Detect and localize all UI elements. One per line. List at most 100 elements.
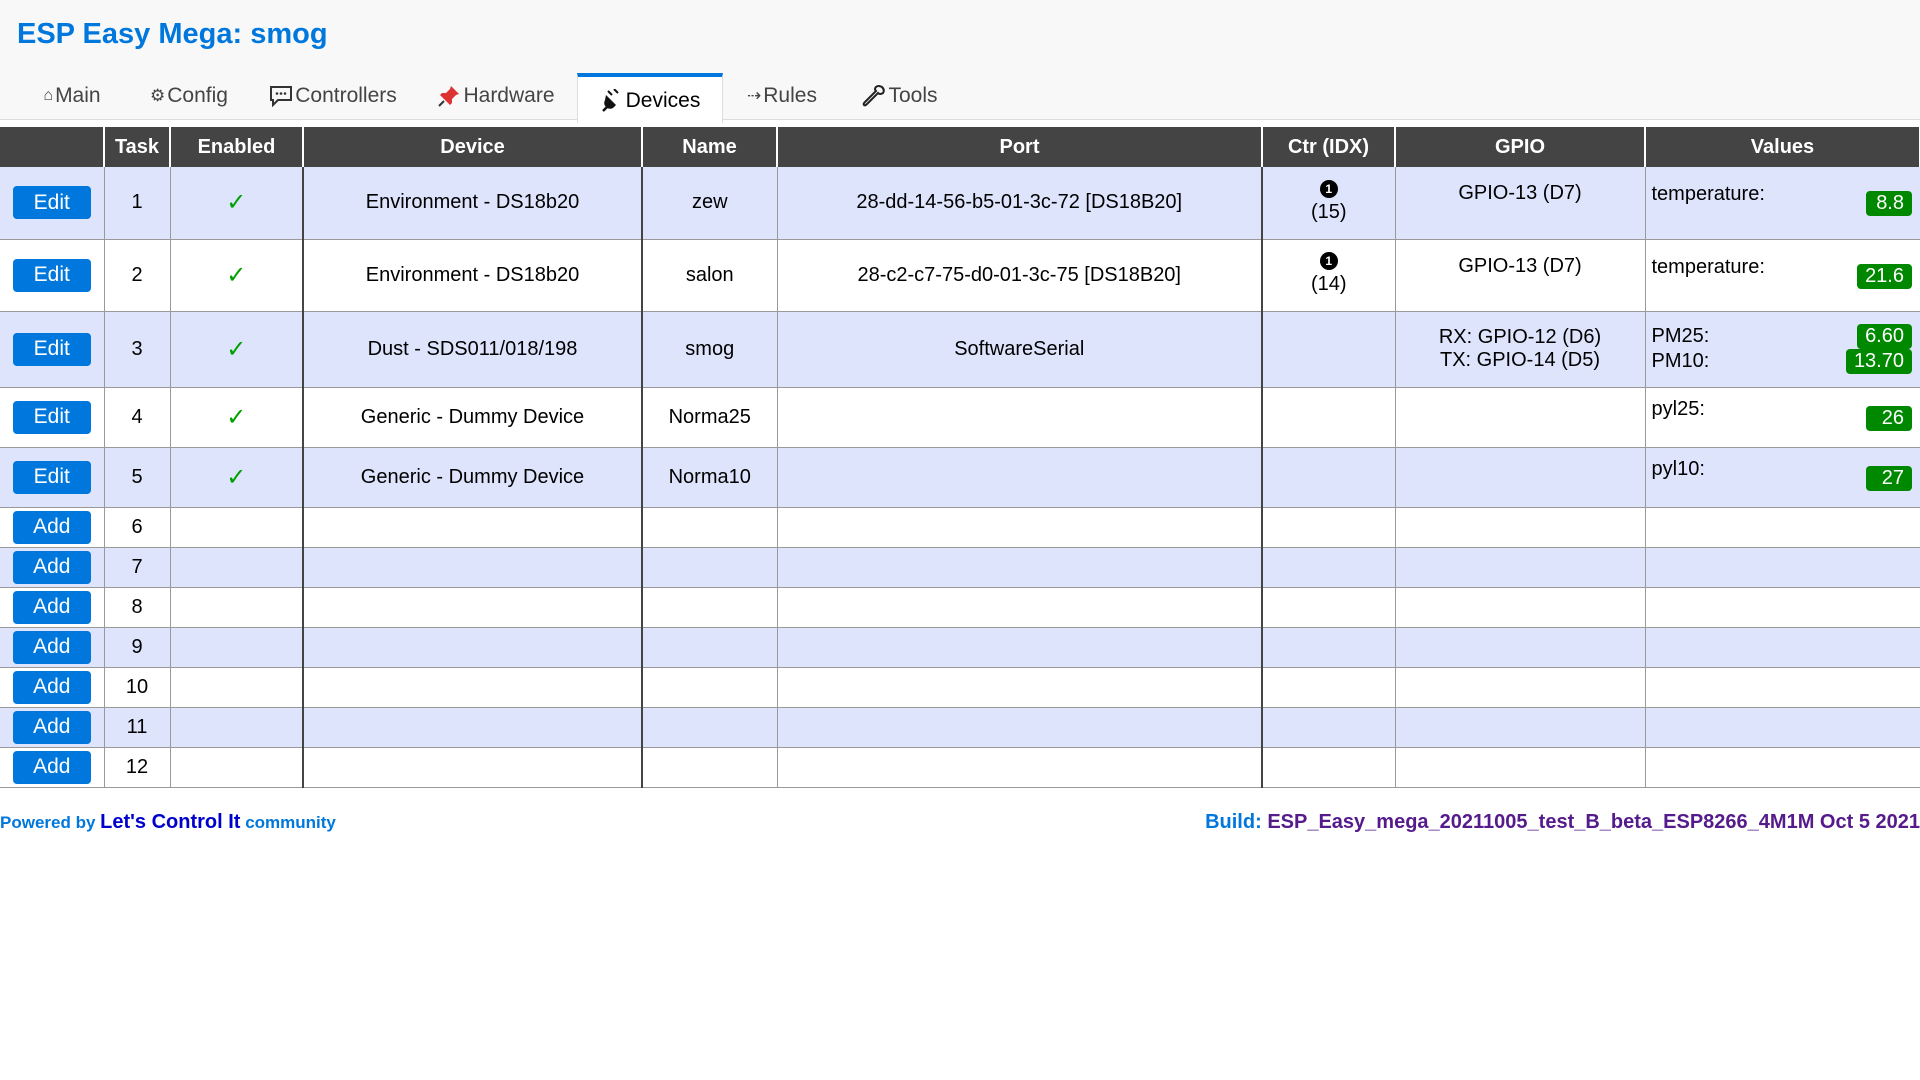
column-header: Name [642,127,778,167]
gpio-cell [1395,747,1646,788]
port-cell [777,387,1263,448]
device-cell [303,547,643,588]
action-cell: Edit [0,387,105,448]
value-label: temperature: [1651,255,1765,278]
values-cell: temperature: 21.6 [1645,239,1920,312]
edit-button[interactable]: Edit [12,400,91,434]
enabled-cell: ✓ [170,239,304,312]
port-value: 28-c2-c7-75-d0-01-3c-75 [DS18B20] [857,263,1181,286]
add-button[interactable]: Add [12,670,91,704]
gpio-cell [1395,507,1646,548]
device-cell [303,707,643,748]
table-row: Add 12 [0,747,1920,788]
column-header: GPIO [1395,127,1646,167]
gpio-cell: GPIO-13 (D7) [1395,167,1646,240]
tab-devices[interactable]: Devices [577,73,723,123]
ctr-cell [1262,707,1396,748]
edit-button[interactable]: Edit [12,258,91,292]
tab-rules[interactable]: ⇢ Rules [723,71,841,119]
table-row: Add 10 [0,667,1920,708]
value-badge: 21.6 [1857,263,1912,289]
edit-button[interactable]: Edit [12,332,91,366]
table-body: Edit 1 ✓ Environment - DS18b20 zew 28-dd-14-5… [0,167,1920,788]
port-cell [777,627,1263,668]
enabled-cell [170,587,304,628]
tab-controllers[interactable]: Controllers [251,71,415,119]
device-type: Generic - Dummy Device [360,465,585,488]
tab-bar: ⌂ Main ⚙ Config Controllers Hardware Dev… [17,71,959,123]
controller-idx: (15) [1310,200,1347,223]
controller-idx: (14) [1310,273,1347,295]
lci-link[interactable]: Let's Control It [100,811,240,833]
task-cell: 10 [104,667,171,708]
value-line: PM25: 6.60 [1646,324,1920,349]
task-cell: 5 [104,447,171,508]
add-button[interactable]: Add [12,630,91,664]
task-number: 8 [131,595,143,618]
tab-tools[interactable]: Tools [841,71,959,119]
tab-label: Controllers [295,84,397,107]
device-cell: Generic - Dummy Device [303,387,643,448]
add-button[interactable]: Add [12,510,91,544]
task-number: 6 [131,515,143,538]
header: ESP Easy Mega: smog ⌂ Main ⚙ Config Cont… [0,0,1920,123]
ctr-cell: 1 (14) [1262,239,1396,312]
values-cell [1645,707,1920,748]
column-header: Enabled [170,127,304,167]
task-number: 2 [131,263,143,286]
build-value: ESP_Easy_mega_20211005_test_B_beta_ESP82… [1267,811,1920,833]
task-cell: 2 [104,239,171,312]
values-cell [1645,587,1920,628]
device-cell: Generic - Dummy Device [303,447,643,508]
column-header: Values [1645,127,1920,167]
edit-button[interactable]: Edit [12,186,91,220]
ctr-cell [1262,507,1396,548]
gpio-cell: RX: GPIO-12 (D6) TX: GPIO-14 (D5) [1395,311,1646,388]
ctr-cell [1262,447,1396,508]
enabled-cell: ✓ [170,447,304,508]
edit-button[interactable]: Edit [12,460,91,494]
ctr-cell [1262,627,1396,668]
task-cell: 9 [104,627,171,668]
port-cell [777,707,1263,748]
port-cell: 28-dd-14-56-b5-01-3c-72 [DS18B20] [777,167,1263,240]
tab-main[interactable]: ⌂ Main [17,71,127,119]
add-button[interactable]: Add [12,590,91,624]
values-cell [1645,507,1920,548]
gpio-cell: GPIO-13 (D7) [1395,239,1646,312]
check-icon: ✓ [226,335,247,363]
port-value: 28-dd-14-56-b5-01-3c-72 [DS18B20] [856,191,1183,214]
pushpin-icon [437,84,461,108]
device-type: Environment - DS18b20 [365,263,580,286]
name-cell: salon [642,239,778,312]
table-row: Add 9 [0,627,1920,668]
value-line: pyl25: 26 [1646,398,1920,431]
device-name: zew [691,191,728,214]
gpio-cell [1395,667,1646,708]
action-cell: Add [0,747,105,788]
port-cell [777,447,1263,508]
tab-config[interactable]: ⚙ Config [127,71,251,119]
enabled-cell [170,747,304,788]
gpio-cell [1395,627,1646,668]
values-cell: temperature: 8.8 [1645,167,1920,240]
table-row: Add 6 [0,507,1920,548]
add-button[interactable]: Add [12,750,91,784]
column-header: Port [777,127,1263,167]
device-cell [303,587,643,628]
task-number: 7 [131,555,143,578]
task-cell: 6 [104,507,171,548]
tab-label: Tools [888,84,938,107]
plug-icon [600,89,624,113]
task-cell: 3 [104,311,171,388]
tab-hardware[interactable]: Hardware [415,71,577,119]
action-cell: Add [0,547,105,588]
add-button[interactable]: Add [12,710,91,744]
gpio-value: RX: GPIO-12 (D6) [1438,326,1602,348]
values-cell: pyl25: 26 [1645,387,1920,448]
device-cell: Environment - DS18b20 [303,167,643,240]
name-cell: smog [642,311,778,388]
add-button[interactable]: Add [12,550,91,584]
ctr-cell [1262,587,1396,628]
task-number: 4 [131,405,143,428]
